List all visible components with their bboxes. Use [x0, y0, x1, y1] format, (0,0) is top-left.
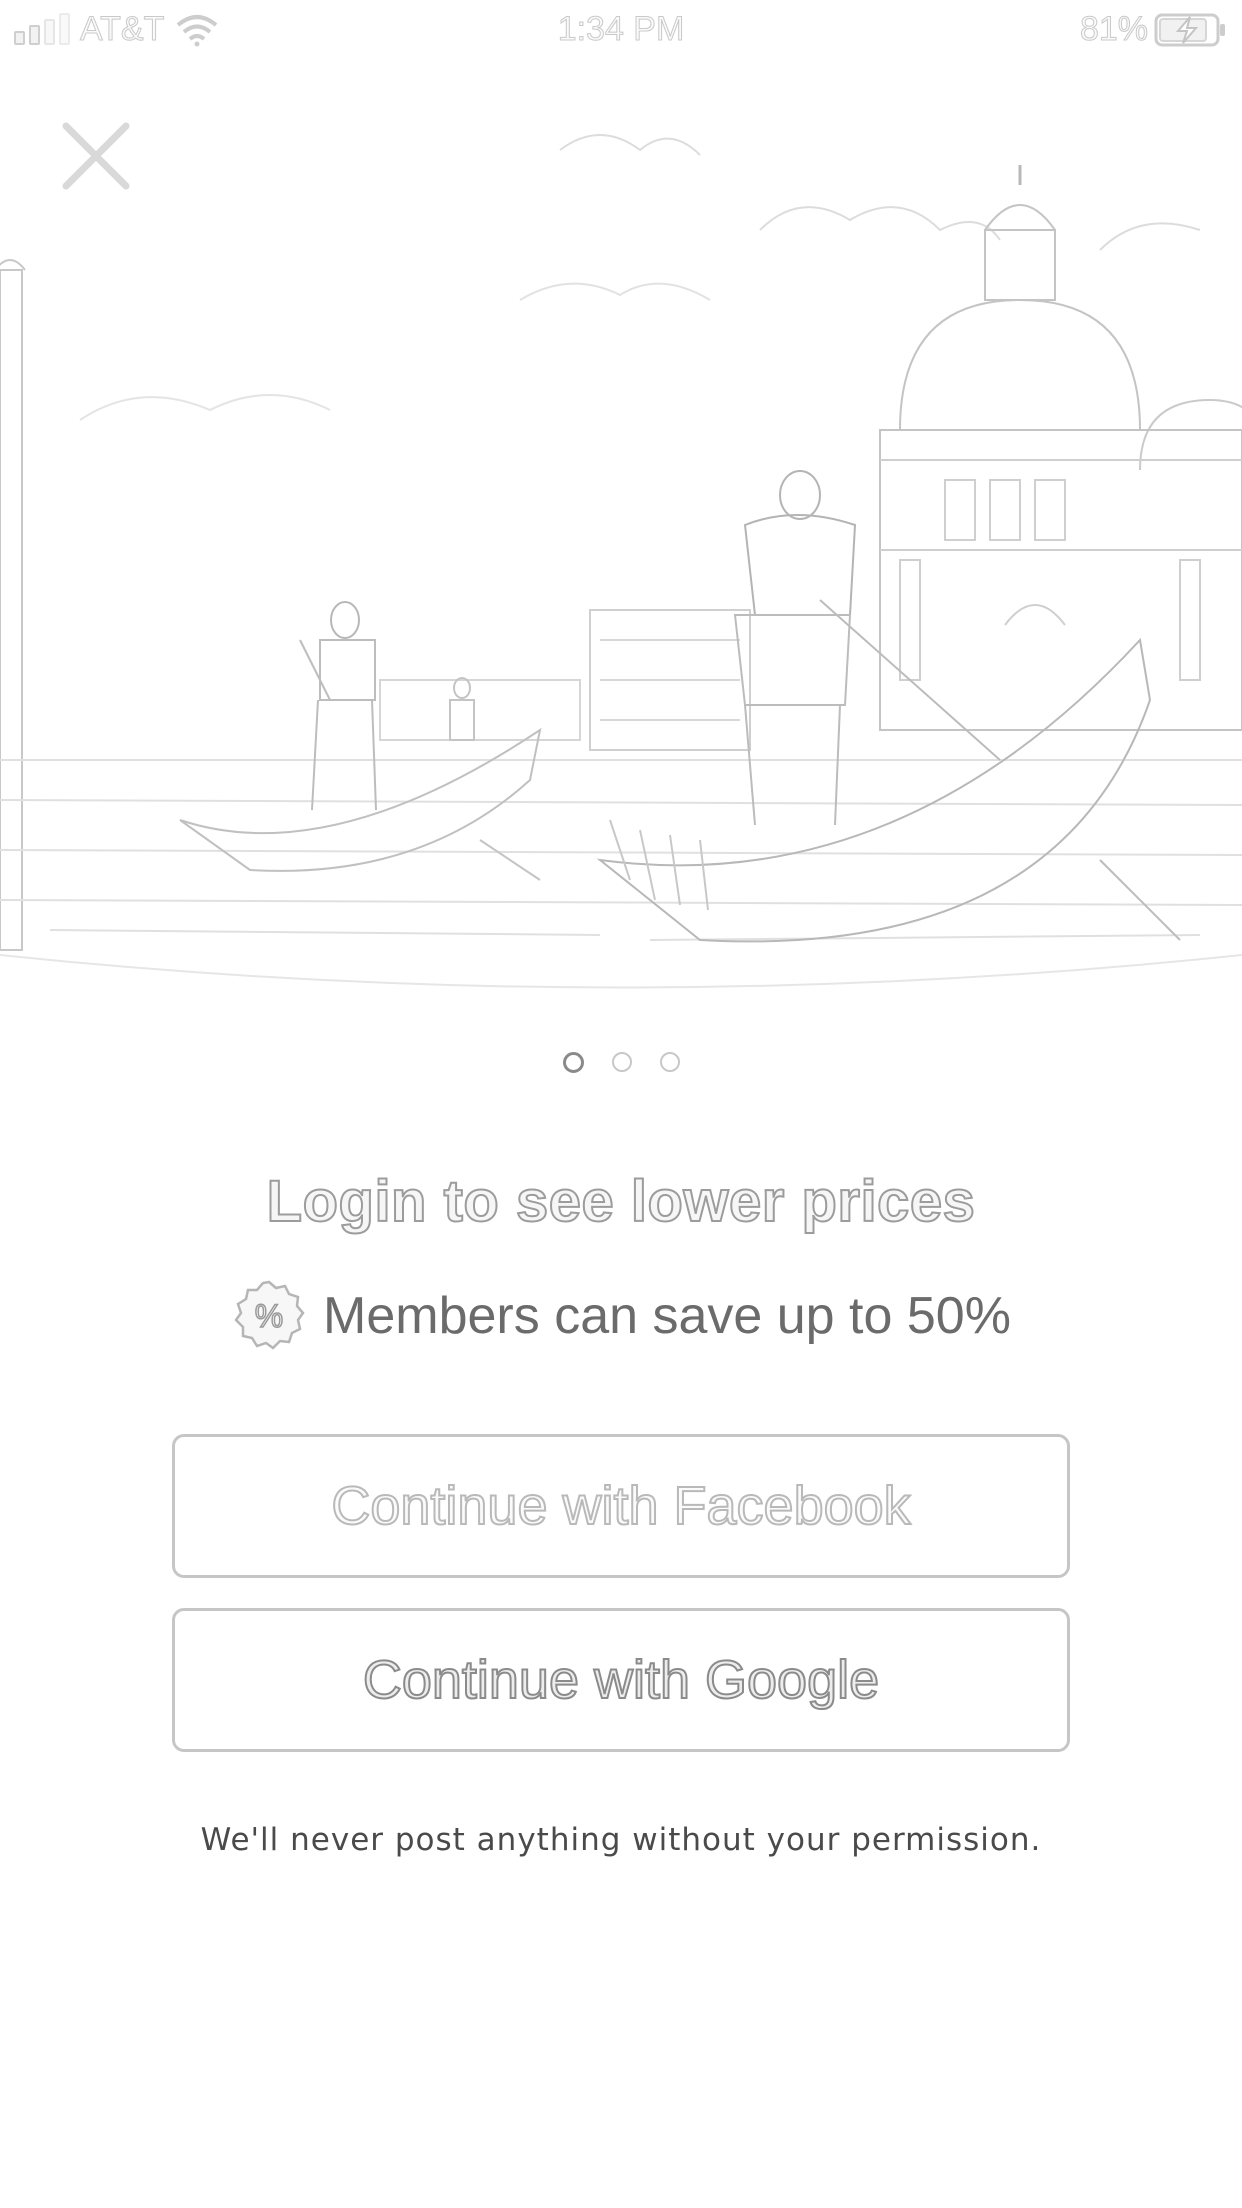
permission-disclaimer: We'll never post anything without your p…	[200, 1822, 1042, 1858]
google-button-label: Continue with Google	[362, 1649, 880, 1711]
close-icon	[62, 122, 130, 190]
continue-with-facebook-button[interactable]: Continue with Facebook	[172, 1434, 1070, 1578]
svg-text:%: %	[255, 1298, 283, 1334]
page-dot-3[interactable]	[659, 1052, 680, 1072]
login-screen: AT&T 1:34 PM 81% Login to see lower pric…	[0, 0, 1242, 2208]
savings-text: Members can save up to 50%	[323, 1287, 1011, 1345]
facebook-button-label: Continue with Facebook	[330, 1475, 911, 1537]
status-time: 1:34 PM	[557, 10, 685, 49]
hero-image	[0, 0, 1242, 1010]
percent-badge-icon: %	[234, 1280, 305, 1350]
page-dot-2[interactable]	[611, 1052, 632, 1072]
page-title: Login to see lower prices	[266, 1168, 976, 1235]
battery-charging-icon	[1154, 13, 1225, 46]
continue-with-google-button[interactable]: Continue with Google	[172, 1608, 1070, 1752]
savings-line: % Members can save up to 50%	[0, 1278, 1242, 1354]
status-bar-right: 81%	[1079, 10, 1228, 49]
close-button[interactable]	[58, 118, 134, 194]
status-bar: AT&T 1:34 PM 81%	[0, 0, 1242, 60]
page-dot-1[interactable]	[562, 1052, 584, 1073]
battery-percent: 81%	[1079, 10, 1148, 49]
page-indicator	[0, 1052, 1242, 1073]
